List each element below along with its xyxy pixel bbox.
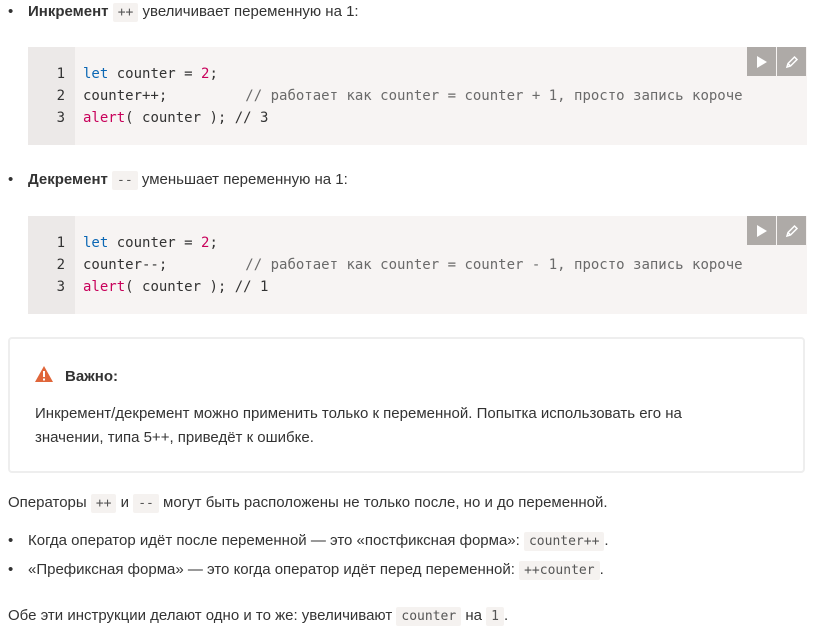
line-number-gutter: 1 2 3: [28, 216, 75, 314]
run-button[interactable]: [747, 216, 776, 245]
bullet-marker: •: [8, 3, 14, 20]
increment-bullet: • Инкремент ++ увеличивает переменную на …: [8, 0, 359, 24]
list-item-end: .: [604, 532, 609, 549]
code-text: ;: [209, 66, 218, 82]
list-item-text: Когда оператор идёт после переменной — э…: [28, 532, 520, 549]
line-number: 3: [56, 279, 65, 295]
code-comment: // работает как counter = counter - 1, п…: [245, 257, 743, 273]
decrement-operator: --: [112, 171, 138, 190]
decrement-term: Декремент: [28, 171, 108, 188]
run-button[interactable]: [747, 47, 776, 76]
paragraph-text: .: [504, 607, 509, 624]
decrement-description: уменьшает переменную на 1:: [141, 171, 348, 188]
code-line: counter--; // работает как counter = coun…: [83, 254, 743, 276]
list-item: • Когда оператор идёт после переменной — …: [8, 529, 609, 553]
line-number: 3: [56, 110, 65, 126]
inline-code: counter++: [523, 532, 605, 551]
increment-code-block: 1 2 3 let counter = 2; counter++; // рабо…: [28, 47, 807, 145]
code-text: counter =: [108, 66, 202, 82]
final-paragraph: Обе эти инструкции делают одно и то же: …: [8, 604, 508, 629]
inline-code: ++counter: [519, 561, 600, 580]
line-number: 2: [56, 88, 65, 104]
code-text: ( counter ); // 3: [125, 110, 269, 126]
bullet-marker: •: [8, 532, 14, 549]
bullet-marker: •: [8, 171, 14, 188]
inline-code: --: [133, 494, 159, 513]
paragraph-text: Операторы: [8, 494, 87, 511]
list-item-end: .: [599, 561, 604, 578]
inline-code: counter: [396, 607, 462, 626]
line-number: 2: [56, 257, 65, 273]
decrement-bullet: • Декремент -- уменьшает переменную на 1:: [8, 168, 348, 192]
decrement-code-block: 1 2 3 let counter = 2; counter--; // рабо…: [28, 216, 807, 314]
increment-term: Инкремент: [28, 3, 109, 20]
increment-operator: ++: [112, 3, 139, 22]
warning-icon: [35, 366, 53, 382]
code-text: ( counter ); // 1: [125, 279, 269, 295]
edit-button[interactable]: [777, 47, 806, 76]
code-text: counter++;: [83, 88, 168, 104]
warning-text-line2: значении, типа 5++, приведёт к ошибке.: [35, 429, 314, 446]
code-text: counter--;: [83, 257, 168, 273]
warning-text-line1: Инкремент/декремент можно применить толь…: [35, 405, 682, 422]
pencil-icon: [785, 55, 798, 68]
code-text: counter =: [108, 235, 202, 251]
list-item-text: «Префиксная форма» — это когда оператор …: [28, 561, 515, 578]
code-comment: // работает как counter = counter + 1, п…: [245, 88, 743, 104]
paragraph-text: Обе эти инструкции делают одно и то же: …: [8, 607, 393, 624]
keyword: let: [83, 66, 109, 82]
code-line: alert( counter ); // 1: [83, 276, 268, 298]
inline-code: ++: [90, 494, 117, 513]
pencil-icon: [785, 224, 798, 237]
code-line: let counter = 2;: [83, 63, 218, 85]
inline-code: 1: [486, 607, 504, 626]
paragraph-text: на: [465, 607, 482, 624]
line-number-gutter: 1 2 3: [28, 47, 75, 145]
warning-box: Важно: Инкремент/декремент можно примени…: [8, 337, 805, 473]
code-line: let counter = 2;: [83, 232, 218, 254]
warning-title: Важно:: [65, 368, 119, 385]
code-text: ;: [209, 235, 218, 251]
line-number: 1: [56, 235, 65, 251]
code-line: alert( counter ); // 3: [83, 107, 268, 129]
paragraph-text: могут быть расположены не только после, …: [163, 494, 608, 511]
paragraph-text: и: [120, 494, 130, 511]
keyword: let: [83, 235, 109, 251]
bullet-marker: •: [8, 561, 14, 578]
function-name: alert: [83, 110, 126, 126]
function-name: alert: [83, 279, 126, 295]
edit-button[interactable]: [777, 216, 806, 245]
code-line: counter++; // работает как counter = coun…: [83, 85, 743, 107]
line-number: 1: [56, 66, 65, 82]
list-item: • «Префиксная форма» — это когда оператор…: [8, 558, 604, 582]
play-icon: [756, 224, 767, 237]
play-icon: [756, 55, 767, 68]
operators-paragraph: Операторы ++ и -- могут быть расположены…: [8, 491, 608, 516]
increment-description: увеличивает переменную на 1:: [142, 3, 359, 20]
